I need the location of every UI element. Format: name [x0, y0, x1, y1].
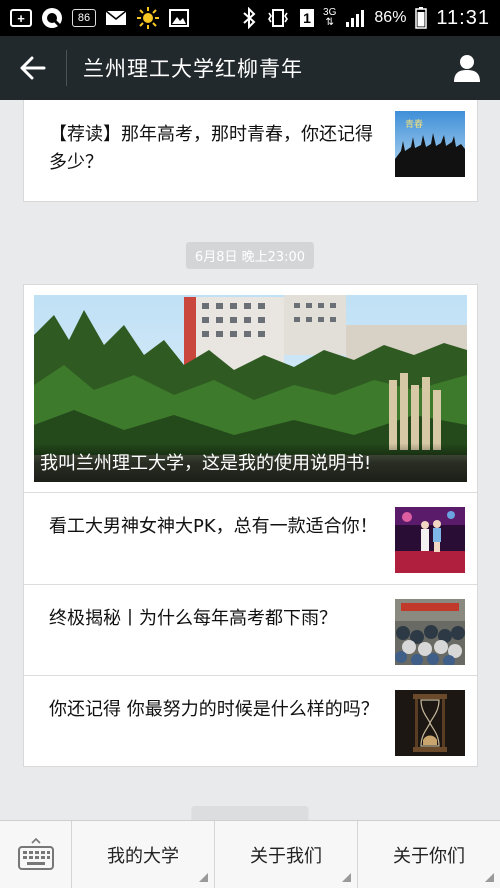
sun-weather-icon [136, 6, 160, 30]
cover-spacer [24, 482, 477, 493]
article-title: 你还记得 你最努力的时候是什么样的吗？ [49, 699, 379, 720]
message-list[interactable]: 【荐读】那年高考，那时青春，你还记得多少？ 青春 6月8日 晚上23:00 我叫… [0, 100, 500, 820]
menu-about-us[interactable]: 关于我们 [215, 821, 358, 888]
mail-icon [105, 10, 127, 26]
status-bar: + 86 1 3G ⇅ 86% 11:31 [0, 0, 500, 36]
signal-icon [345, 9, 365, 27]
message-timestamp-partial [191, 806, 309, 820]
person-icon [454, 55, 480, 82]
submenu-indicator-icon [485, 873, 494, 882]
multi-article-card: 我叫兰州理工大学，这是我的使用说明书! 看工大男神女神大PK，总有一款适合你！ … [23, 284, 478, 767]
message-timestamp: 6月8日 晚上23:00 [185, 242, 315, 269]
sim-icon: 1 [300, 9, 315, 27]
back-arrow-icon [20, 56, 46, 80]
notification-86-icon: 86 [72, 9, 96, 27]
stage-couple-thumbnail [395, 507, 465, 573]
submenu-indicator-icon [199, 873, 208, 882]
vibrate-icon [265, 8, 291, 28]
header-divider [66, 50, 67, 86]
article-item[interactable]: 终极揭秘丨为什么每年高考都下雨？ [24, 584, 477, 675]
article-title: 终极揭秘丨为什么每年高考都下雨？ [49, 608, 337, 629]
article-item[interactable]: 看工大男神女神大PK，总有一款适合你！ [24, 493, 477, 584]
data-arrows: ⇅ [325, 17, 334, 28]
umbrellas-crowd-thumbnail [395, 599, 465, 665]
profile-button[interactable] [434, 36, 500, 100]
article-item[interactable]: 你还记得 你最努力的时候是什么样的吗？ [24, 675, 477, 766]
battery-percent: 86% [374, 9, 407, 26]
svg-text:青春: 青春 [405, 118, 423, 130]
battery-icon [415, 7, 428, 29]
keyboard-icon [17, 837, 54, 870]
menu-label: 关于我们 [250, 845, 322, 867]
keyboard-toggle-button[interactable] [0, 821, 72, 888]
status-bar-left: + 86 [10, 6, 189, 30]
network-3g-icon: 3G ⇅ [323, 8, 336, 28]
gallery-icon [169, 9, 189, 27]
menu-label: 我的大学 [107, 845, 179, 867]
bluetooth-icon [242, 7, 256, 29]
article-title: 【荐读】那年高考，那时青春，你还记得多少？ [49, 124, 373, 173]
bottom-menu: 我的大学 关于我们 关于你们 [0, 820, 500, 888]
q-app-icon [41, 7, 63, 29]
chat-header: 兰州理工大学红柳青年 [0, 36, 500, 100]
menu-about-you[interactable]: 关于你们 [358, 821, 500, 888]
menu-label: 关于你们 [393, 845, 465, 867]
clock: 11:31 [436, 6, 490, 29]
graduation-silhouette-thumbnail: 青春 [395, 111, 465, 177]
page-title: 兰州理工大学红柳青年 [83, 57, 303, 81]
submenu-indicator-icon [342, 873, 351, 882]
hourglass-thumbnail [395, 690, 465, 756]
plus-box-icon: + [10, 9, 32, 27]
cover-article-title: 我叫兰州理工大学，这是我的使用说明书! [34, 443, 467, 482]
cover-article[interactable]: 我叫兰州理工大学，这是我的使用说明书! [34, 295, 467, 482]
menu-my-university[interactable]: 我的大学 [72, 821, 215, 888]
article-card: 【荐读】那年高考，那时青春，你还记得多少？ 青春 [23, 100, 478, 202]
article-title: 看工大男神女神大PK，总有一款适合你！ [49, 516, 378, 537]
article-item[interactable]: 【荐读】那年高考，那时青春，你还记得多少？ 青春 [24, 100, 477, 201]
status-bar-right: 1 3G ⇅ 86% 11:31 [242, 7, 490, 30]
back-button[interactable] [0, 36, 66, 100]
